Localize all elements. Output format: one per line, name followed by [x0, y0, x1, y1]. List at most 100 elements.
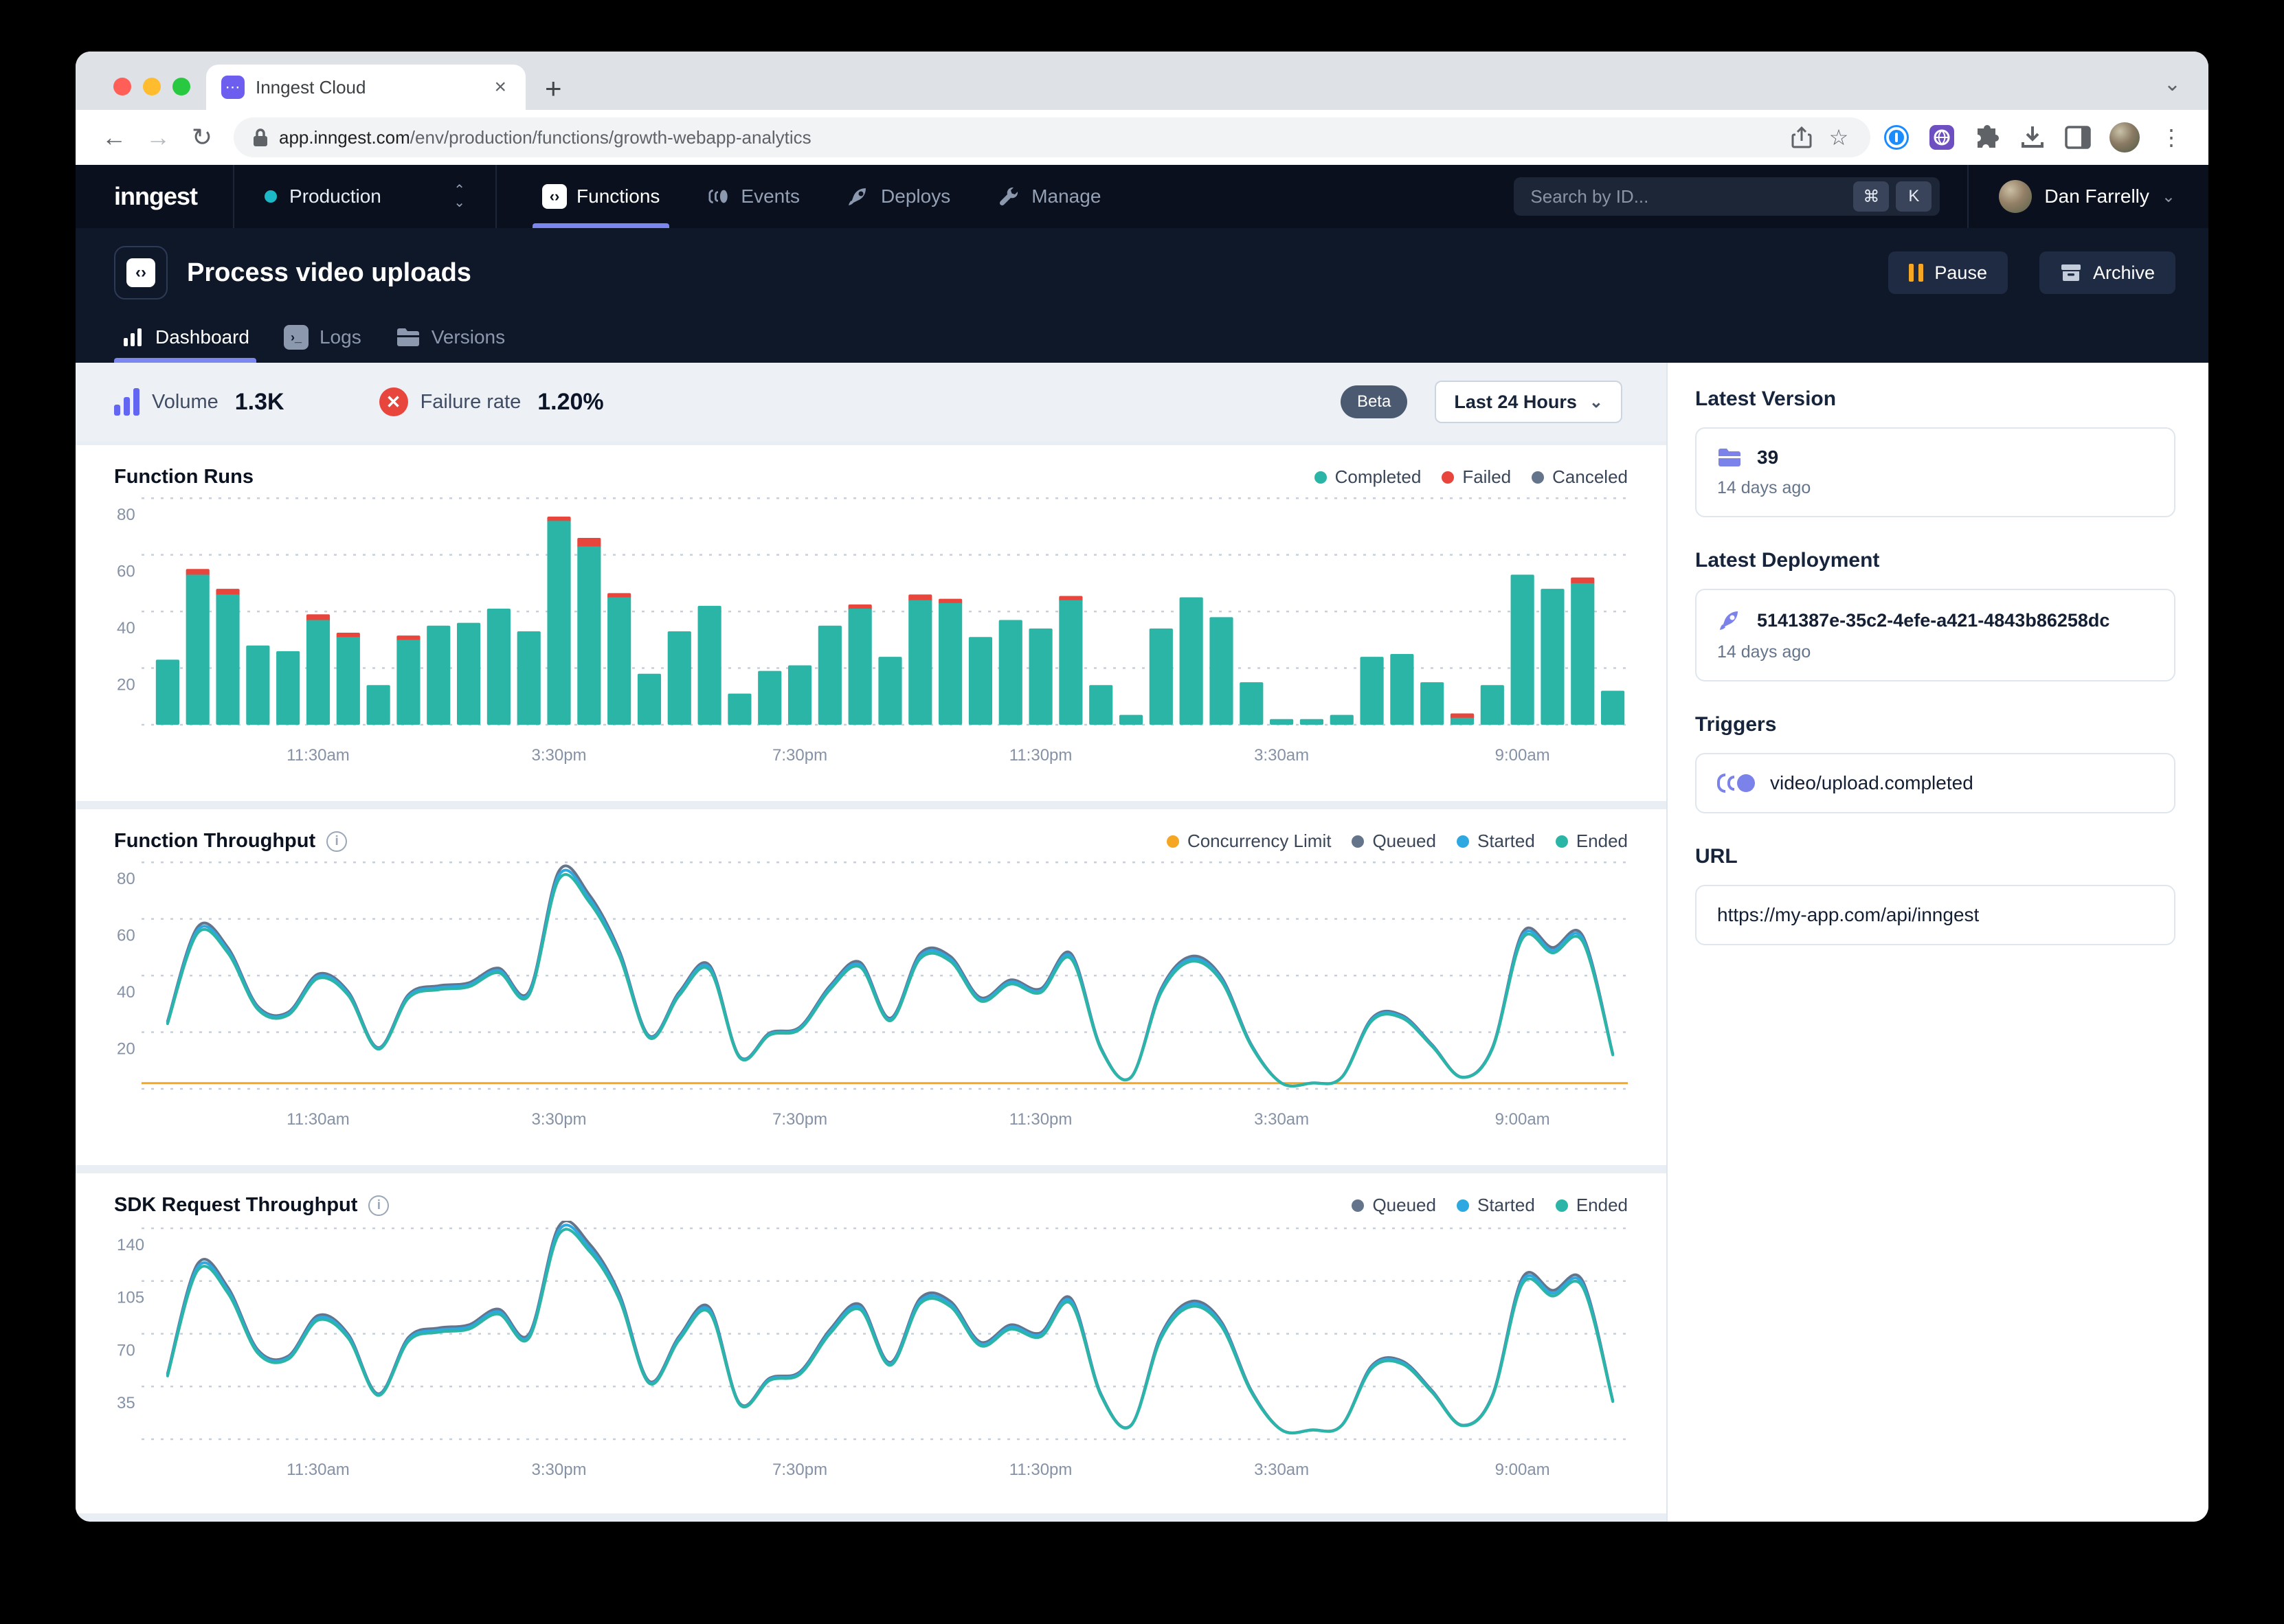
svg-text:3:30pm: 3:30pm [531, 1110, 586, 1129]
browser-tab[interactable]: ⋯ Inngest Cloud × [206, 65, 526, 110]
window-controls [113, 78, 190, 95]
nav-item-deploys[interactable]: Deploys [827, 165, 968, 228]
beta-badge: Beta [1341, 385, 1407, 418]
back-button[interactable]: ← [95, 123, 133, 152]
version-time: 14 days ago [1717, 478, 2153, 498]
close-window-button[interactable] [113, 78, 131, 95]
logs-terminal-icon: ›_ [284, 325, 309, 350]
tab-title: Inngest Cloud [256, 77, 479, 98]
browser-menu-icon[interactable]: ⋮ [2158, 124, 2185, 151]
svg-text:11:30pm: 11:30pm [1009, 1461, 1073, 1479]
user-avatar [1999, 180, 2032, 213]
function-icon: ‹› [114, 246, 168, 300]
svg-text:7:30pm: 7:30pm [772, 1461, 827, 1479]
function-url: https://my-app.com/api/inngest [1717, 904, 1979, 926]
user-name: Dan Farrelly [2044, 185, 2149, 207]
svg-text:11:30pm: 11:30pm [1009, 1110, 1073, 1129]
svg-text:105: 105 [117, 1289, 144, 1307]
dashboard-main: Volume 1.3K ✕ Failure rate 1.20% Beta La… [76, 363, 1666, 1522]
legend-item: Ended [1556, 831, 1628, 852]
purple-extension-icon[interactable] [1928, 124, 1956, 151]
forward-button[interactable]: → [139, 123, 177, 152]
tab-close-icon[interactable]: × [490, 76, 511, 99]
archive-button[interactable]: Archive [2039, 251, 2175, 294]
info-icon[interactable]: i [368, 1195, 389, 1216]
failure-x-icon: ✕ [379, 387, 408, 416]
archive-icon [2060, 263, 2082, 282]
legend-item: Started [1457, 1195, 1535, 1216]
pause-button[interactable]: Pause [1888, 251, 2008, 294]
volume-value: 1.3K [235, 389, 284, 416]
nav-item-manage[interactable]: Manage [978, 165, 1119, 228]
url-path: /env/production/functions/growth-webapp-… [410, 127, 811, 148]
chevron-down-icon: ⌄ [1589, 392, 1603, 412]
address-bar[interactable]: app.inngest.com/env/production/functions… [234, 117, 1870, 157]
svg-text:7:30pm: 7:30pm [772, 746, 827, 765]
environment-label: Production [289, 185, 441, 207]
side-panel-icon[interactable] [2064, 124, 2092, 151]
inngest-logo: inngest [76, 165, 233, 228]
app-nav-bar: inngest Production ⌃⌄ ‹› Functions Event… [76, 165, 2208, 228]
version-folder-icon [1717, 447, 1742, 468]
svg-text:40: 40 [117, 983, 135, 1002]
browser-extensions: ⋮ [1883, 122, 2189, 153]
rocket-icon [845, 183, 871, 210]
deployment-time: 14 days ago [1717, 642, 2153, 662]
chart-legend: CompletedFailedCanceled [1314, 466, 1628, 488]
browser-profile-avatar[interactable] [2109, 122, 2140, 153]
inngest-favicon-icon: ⋯ [221, 76, 245, 99]
sdk-throughput-card: SDK Request Throughputi QueuedStartedEnd… [76, 1173, 1666, 1513]
time-range-dropdown[interactable]: Last 24 Hours ⌄ [1435, 381, 1622, 423]
details-sidebar: Latest Version 39 14 days ago Latest Dep… [1666, 363, 2208, 1522]
password-manager-extension-icon[interactable] [1883, 124, 1910, 151]
url-text: app.inngest.com/env/production/functions… [279, 127, 1778, 148]
svg-text:3:30am: 3:30am [1254, 1110, 1309, 1129]
url-host: app.inngest.com [279, 127, 410, 148]
nav-item-functions[interactable]: ‹› Functions [524, 165, 678, 228]
volume-bars-icon [114, 388, 139, 416]
svg-text:70: 70 [117, 1341, 135, 1360]
deployment-id: 5141387e-35c2-4efe-a421-4843b86258dc [1757, 610, 2109, 631]
lock-icon [251, 127, 269, 148]
info-icon[interactable]: i [326, 831, 347, 852]
environment-selector[interactable]: Production ⌃⌄ [234, 165, 495, 228]
svg-text:7:30pm: 7:30pm [772, 1110, 827, 1129]
minimize-window-button[interactable] [143, 78, 161, 95]
sdk-throughput-chart: 357010514011:30am3:30pm7:30pm11:30pm3:30… [114, 1221, 1628, 1485]
nav-item-events[interactable]: Events [687, 165, 818, 228]
tab-search-icon[interactable]: ⌄ [2164, 72, 2181, 96]
extensions-puzzle-icon[interactable] [1973, 124, 2001, 151]
volume-stat: Volume 1.3K [114, 388, 284, 416]
chevron-down-icon: ⌄ [2162, 187, 2175, 207]
functions-icon: ‹› [542, 184, 567, 209]
function-tabs: Dashboard ›_ Logs Versions [76, 312, 2208, 363]
svg-text:60: 60 [117, 927, 135, 945]
search-input[interactable] [1530, 186, 1846, 207]
tab-logs[interactable]: ›_ Logs [277, 312, 368, 363]
tab-versions[interactable]: Versions [389, 312, 512, 363]
reload-button[interactable]: ↻ [183, 123, 221, 152]
user-menu[interactable]: Dan Farrelly ⌄ [1969, 165, 2208, 228]
latest-version-card: 39 14 days ago [1695, 427, 2175, 517]
browser-window: ⋯ Inngest Cloud × + ⌄ ← → ↻ app.inngest.… [76, 52, 2208, 1522]
new-tab-button[interactable]: + [545, 74, 562, 103]
time-range-value: Last 24 Hours [1454, 392, 1577, 413]
archive-label: Archive [2093, 262, 2155, 284]
latest-deployment-card: 5141387e-35c2-4efe-a421-4843b86258dc 14 … [1695, 589, 2175, 681]
trigger-event-name: video/upload.completed [1770, 772, 1973, 794]
legend-item: Queued [1352, 831, 1436, 852]
svg-text:9:00am: 9:00am [1495, 1461, 1550, 1479]
downloads-icon[interactable] [2019, 124, 2046, 151]
bookmark-star-icon[interactable]: ☆ [1825, 124, 1852, 151]
svg-text:3:30am: 3:30am [1254, 1461, 1309, 1479]
svg-text:80: 80 [117, 870, 135, 888]
trigger-card: video/upload.completed [1695, 753, 2175, 813]
stats-bar: Volume 1.3K ✕ Failure rate 1.20% Beta La… [76, 363, 1666, 441]
wrench-icon [996, 183, 1022, 210]
zoom-window-button[interactable] [172, 78, 190, 95]
tab-dashboard[interactable]: Dashboard [114, 312, 256, 363]
failure-label: Failure rate [421, 391, 522, 414]
share-icon[interactable] [1788, 124, 1815, 151]
svg-text:11:30am: 11:30am [287, 1461, 350, 1479]
tab-label: Dashboard [155, 326, 249, 348]
